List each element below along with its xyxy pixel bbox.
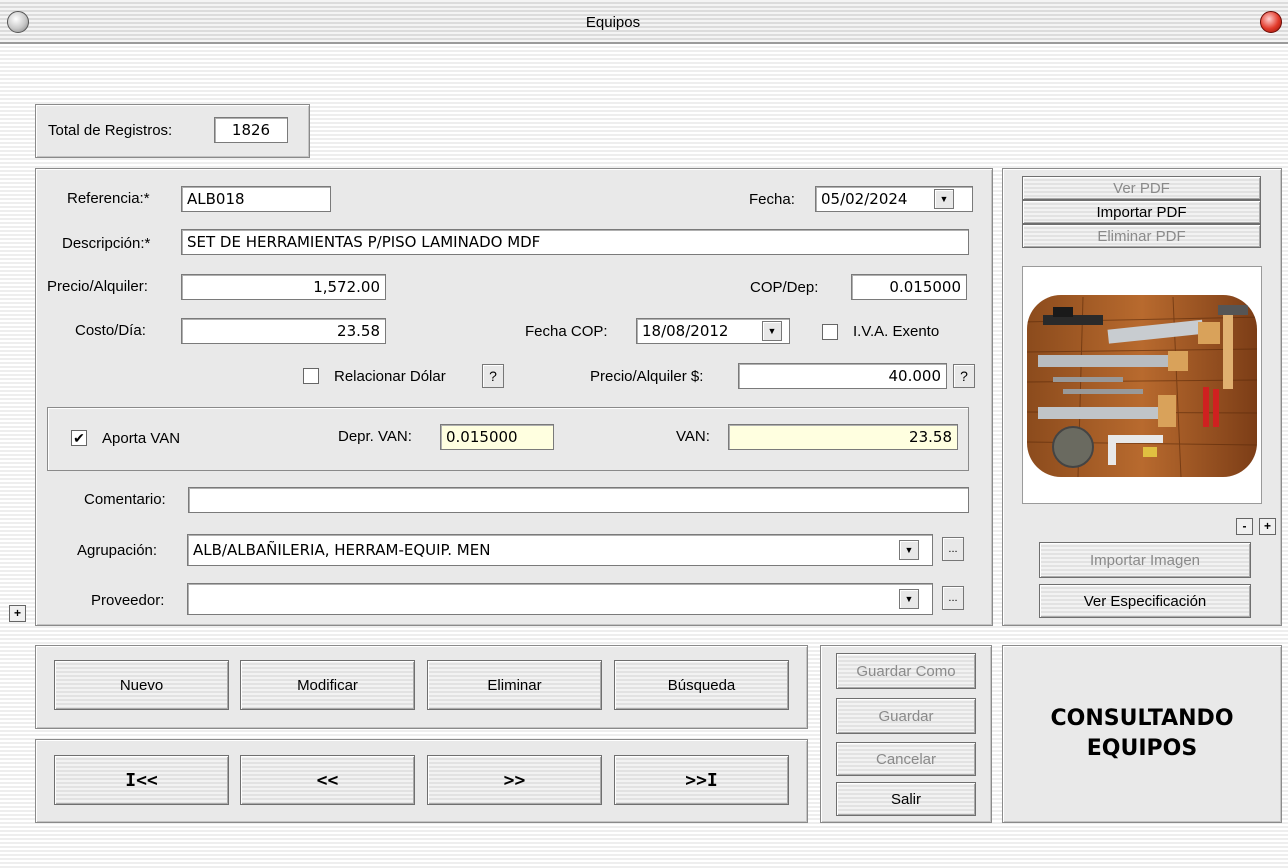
aporta-van-label: Aporta VAN — [102, 430, 181, 447]
previous-record-button[interactable]: << — [240, 755, 415, 805]
precio-alquiler-input[interactable]: 1,572.00 — [181, 274, 386, 300]
proveedor-label: Proveedor: — [91, 592, 165, 609]
relacionar-dolar-checkbox[interactable] — [303, 368, 319, 384]
guardar-button[interactable]: Guardar — [836, 698, 976, 734]
tools-photo — [1027, 295, 1257, 477]
total-records-value: 1826 — [214, 117, 288, 143]
chevron-down-icon[interactable]: ▼ — [899, 589, 919, 609]
proveedor-ellipsis-button[interactable]: ... — [942, 586, 964, 610]
costo-dia-input[interactable]: 23.58 — [181, 318, 386, 344]
next-record-button[interactable]: >> — [427, 755, 602, 805]
comentario-input[interactable] — [188, 487, 969, 513]
aporta-van-checkbox[interactable]: ✔ — [71, 430, 87, 446]
chevron-down-icon[interactable]: ▼ — [934, 189, 954, 209]
chevron-down-icon[interactable]: ▼ — [762, 321, 782, 341]
cop-dep-label: COP/Dep: — [750, 279, 819, 296]
depr-van-label: Depr. VAN: — [338, 428, 412, 445]
fecha-value: 05/02/2024 — [821, 190, 908, 208]
busqueda-button[interactable]: Búsqueda — [614, 660, 789, 710]
cop-dep-input[interactable]: 0.015000 — [851, 274, 967, 300]
eliminar-pdf-button[interactable]: Eliminar PDF — [1022, 224, 1261, 248]
precio-alquiler-usd-label: Precio/Alquiler $: — [590, 368, 704, 385]
status-line-1: CONSULTANDO — [1050, 706, 1234, 731]
referencia-label: Referencia:* — [67, 190, 150, 207]
help-relacionar-dolar-button[interactable]: ? — [482, 364, 504, 388]
agrupacion-label: Agrupación: — [77, 542, 158, 559]
expand-button[interactable]: + — [9, 605, 26, 622]
window-title: Equipos — [585, 14, 641, 31]
fecha-cop-label: Fecha COP: — [525, 323, 608, 340]
importar-imagen-button[interactable]: Importar Imagen — [1039, 542, 1251, 578]
agrupacion-ellipsis-button[interactable]: ... — [942, 537, 964, 561]
van-label: VAN: — [676, 428, 710, 445]
ver-pdf-button[interactable]: Ver PDF — [1022, 176, 1261, 200]
agrupacion-select[interactable]: ALB/ALBAÑILERIA, HERRAM-EQUIP. MEN — [187, 534, 933, 566]
van-input[interactable]: 23.58 — [728, 424, 958, 450]
precio-alquiler-usd-input[interactable]: 40.000 — [738, 363, 947, 389]
first-record-button[interactable]: I<< — [54, 755, 229, 805]
chevron-down-icon[interactable]: ▼ — [899, 540, 919, 560]
status-line-2: EQUIPOS — [1086, 736, 1198, 761]
cancelar-button[interactable]: Cancelar — [836, 742, 976, 776]
total-records-label: Total de Registros: — [48, 122, 173, 139]
zoom-out-button[interactable]: - — [1236, 518, 1253, 535]
zoom-in-button[interactable]: + — [1259, 518, 1276, 535]
depr-van-input[interactable]: 0.015000 — [440, 424, 554, 450]
fecha-cop-value: 18/08/2012 — [642, 322, 729, 340]
close-window-orb-icon[interactable] — [1260, 11, 1282, 33]
costo-dia-label: Costo/Día: — [75, 322, 146, 339]
eliminar-button[interactable]: Eliminar — [427, 660, 602, 710]
guardar-como-button[interactable]: Guardar Como — [836, 653, 976, 689]
precio-alquiler-label: Precio/Alquiler: — [47, 278, 148, 295]
salir-button[interactable]: Salir — [836, 782, 976, 816]
iva-exento-label: I.V.A. Exento — [853, 323, 940, 340]
iva-exento-checkbox[interactable] — [822, 324, 838, 340]
descripcion-input[interactable]: SET DE HERRAMIENTAS P/PISO LAMINADO MDF — [181, 229, 969, 255]
descripcion-label: Descripción:* — [62, 235, 151, 252]
last-record-button[interactable]: >>I — [614, 755, 789, 805]
help-precio-usd-button[interactable]: ? — [953, 364, 975, 388]
comentario-label: Comentario: — [84, 491, 166, 508]
ver-especificacion-button[interactable]: Ver Especificación — [1039, 584, 1251, 618]
proveedor-select[interactable] — [187, 583, 933, 615]
fecha-label: Fecha: — [749, 191, 795, 208]
importar-pdf-button[interactable]: Importar PDF — [1022, 200, 1261, 224]
equipment-image-frame — [1022, 266, 1262, 504]
relacionar-dolar-label: Relacionar Dólar — [334, 368, 446, 385]
nuevo-button[interactable]: Nuevo — [54, 660, 229, 710]
referencia-input[interactable]: ALB018 — [181, 186, 331, 212]
modificar-button[interactable]: Modificar — [240, 660, 415, 710]
